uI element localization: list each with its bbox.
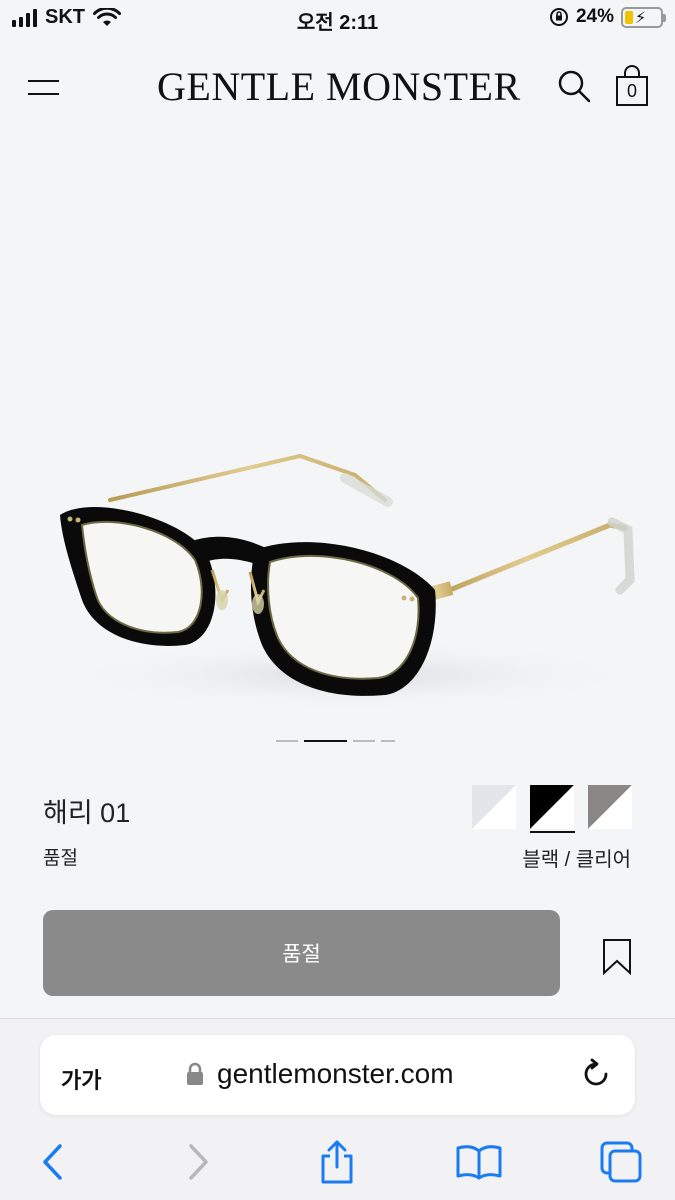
bookmarks-button[interactable] xyxy=(454,1139,504,1185)
lock-icon xyxy=(187,1062,203,1085)
forward-button[interactable] xyxy=(173,1139,223,1185)
chevron-left-icon xyxy=(43,1144,62,1180)
tabs-button[interactable] xyxy=(596,1139,646,1185)
share-icon xyxy=(321,1140,353,1184)
selected-swatch-indicator xyxy=(530,831,575,833)
open-book-icon xyxy=(456,1145,502,1180)
orientation-lock-icon xyxy=(549,8,568,26)
swatch-clear[interactable] xyxy=(472,785,516,829)
browser-toolbar: 가가 gentlemonster.com xyxy=(0,1018,675,1200)
share-button[interactable] xyxy=(312,1139,362,1185)
pager-dot[interactable] xyxy=(276,740,298,742)
product-image[interactable] xyxy=(0,130,675,750)
browser-nav-toolbar xyxy=(0,1139,675,1189)
brand-logo[interactable]: GENTLE MONSTER xyxy=(157,63,521,110)
pager-dot-active[interactable] xyxy=(304,740,347,742)
swatch-black[interactable] xyxy=(530,785,574,829)
pager-dot[interactable] xyxy=(381,740,395,742)
status-bar: SKT 오전 2:11 24% ⚡ xyxy=(0,0,675,38)
site-header: GENTLE MONSTER 0 xyxy=(0,55,675,119)
gallery-pager xyxy=(276,740,395,742)
sold-out-button[interactable]: 품절 xyxy=(43,910,560,996)
battery-icon: ⚡ xyxy=(621,6,666,28)
chevron-right-icon xyxy=(189,1144,208,1180)
search-icon[interactable] xyxy=(556,68,592,104)
swatch-gray[interactable] xyxy=(588,785,632,829)
back-button[interactable] xyxy=(28,1139,78,1185)
battery-percent: 24% xyxy=(575,6,614,27)
selected-color-name: 블랙 / 클리어 xyxy=(522,849,631,871)
shopping-bag-icon[interactable]: 0 xyxy=(614,65,650,107)
text-size-button[interactable]: 가가 xyxy=(61,1063,101,1095)
address-bar[interactable]: 가가 gentlemonster.com xyxy=(40,1035,635,1115)
reload-icon[interactable] xyxy=(579,1057,613,1091)
tabs-icon xyxy=(600,1141,642,1183)
url-text[interactable]: gentlemonster.com xyxy=(217,1058,454,1090)
pager-dot[interactable] xyxy=(353,740,375,742)
color-swatches xyxy=(472,785,632,829)
stock-status: 품절 xyxy=(43,848,78,869)
bookmark-icon[interactable] xyxy=(601,938,633,976)
hamburger-menu-icon[interactable] xyxy=(28,78,59,96)
cart-count: 0 xyxy=(626,81,637,101)
product-name: 해리 01 xyxy=(43,798,131,828)
